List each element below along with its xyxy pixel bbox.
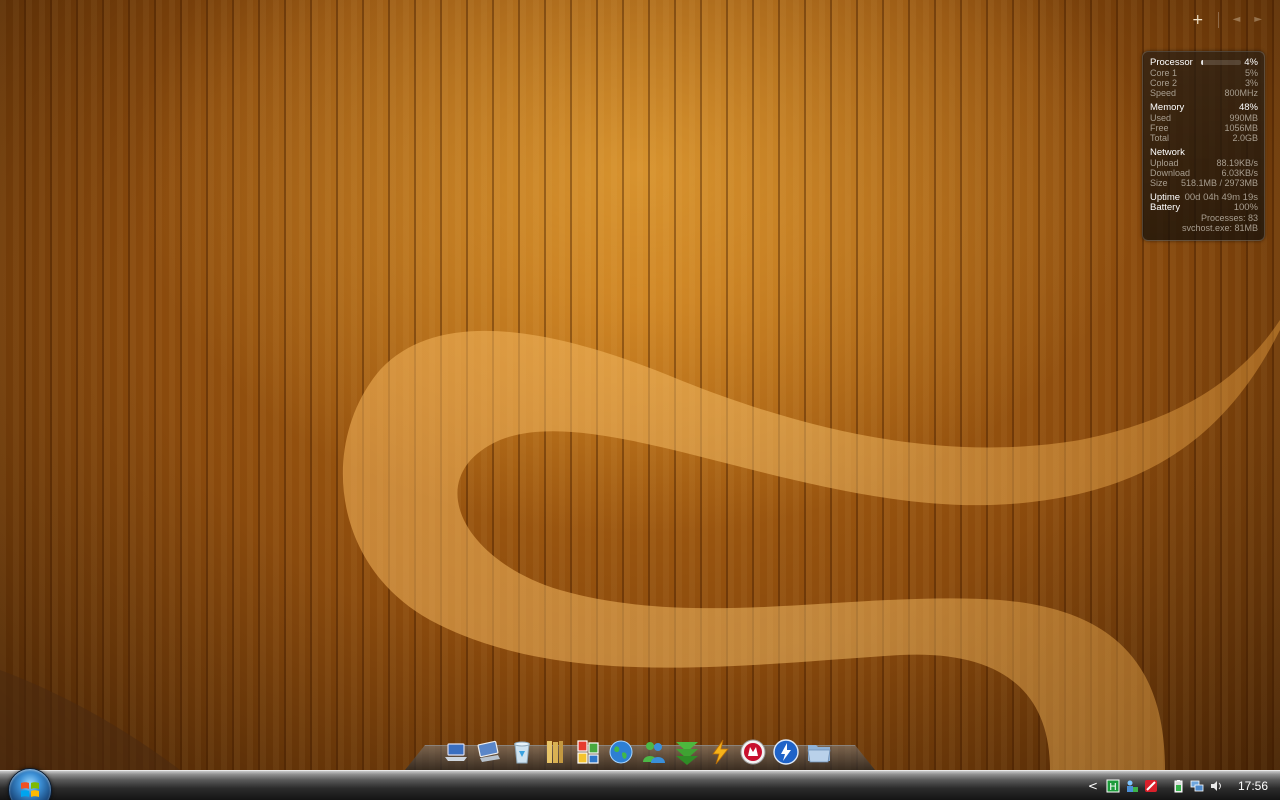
add-gadget-button[interactable]: + [1192,10,1204,30]
dock-item-daemon-tools[interactable] [771,736,801,768]
volume-icon [1210,780,1221,791]
daemon-tools-icon [773,739,799,765]
network-row-upload: Upload 88.19KB/s [1150,158,1258,168]
memory-used-label: Used [1150,113,1172,123]
windows-logo-icon [21,782,39,797]
processor-percent: 4% [1244,57,1258,68]
library-icon [547,741,563,763]
sidebar-controls-divider [1217,12,1219,28]
core1-label: Core 1 [1150,68,1178,78]
antivirus-icon [1144,779,1157,792]
download-arrow-icon [676,742,698,765]
dock-item-network-computer[interactable] [474,736,504,768]
notification-area: < H 17:56 [1088,771,1280,800]
memory-label: Memory [1150,102,1185,113]
dock [405,736,875,770]
processor-load-bar [1201,59,1242,65]
processor-row-core1: Core 1 5% [1150,68,1258,78]
previous-gadgets-button[interactable]: ◄ [1233,10,1241,30]
globe-icon [609,740,633,764]
processor-row-core2: Core 2 3% [1150,78,1258,88]
network-section: Network Upload 88.19KB/s Download 6.03KB… [1150,147,1258,189]
network-label: Network [1150,147,1185,158]
memory-row-free: Free 1056MB [1150,123,1258,133]
laptop-icon [445,743,467,761]
memory-row-used: Used 990MB [1150,113,1258,123]
recycle-bin-icon [514,741,530,764]
memory-percent: 48% [1238,102,1258,113]
processor-row-speed: Speed 800MHz [1150,88,1258,98]
memory-used-value: 990MB [1229,113,1258,123]
core2-value: 3% [1244,78,1258,88]
messenger-icon [643,742,665,763]
dock-item-recycle-bin[interactable] [507,736,537,768]
dock-item-folder[interactable] [804,736,834,768]
taskbar-clock[interactable]: 17:56 [1238,779,1268,793]
tray-network[interactable] [1189,778,1205,794]
memory-free-value: 1056MB [1224,123,1258,133]
dock-item-laptop[interactable] [441,736,471,768]
processor-section: Processor 4% Core 1 5% Core 2 3% Speed 8… [1150,57,1258,99]
network-users-icon [1126,780,1138,792]
network-icon [1190,780,1204,791]
memory-row-total: Total 2.0GB [1150,133,1258,143]
download-value: 6.03KB/s [1221,168,1258,178]
battery-row: Battery 100% [1150,203,1258,213]
size-label: Size [1150,178,1168,188]
dock-item-mcafee[interactable] [738,736,768,768]
status-section: Uptime 00d 04h 49m 19s Battery 100% Proc… [1150,193,1258,234]
lightning-icon [712,739,729,765]
battery-icon [1174,779,1183,792]
speed-label: Speed [1150,88,1177,98]
memory-free-label: Free [1150,123,1169,133]
tray-volume[interactable] [1208,778,1224,794]
wallpaper-swoosh [0,320,1280,770]
office-icon [577,740,599,764]
dock-item-office[interactable] [573,736,603,768]
tray-h-app[interactable]: H [1105,778,1121,794]
taskbar[interactable]: < H 17:56 [0,768,1280,800]
network-computer-icon [477,740,500,762]
dock-item-lightning[interactable] [705,736,735,768]
memory-total-value: 2.0GB [1232,133,1258,143]
upload-label: Upload [1150,158,1179,168]
next-gadgets-button[interactable]: ► [1254,10,1262,30]
dock-item-download[interactable] [672,736,702,768]
dock-item-messenger[interactable] [639,736,669,768]
core1-value: 5% [1244,68,1258,78]
processor-label: Processor [1150,57,1193,68]
start-button[interactable] [8,768,52,800]
network-row-download: Download 6.03KB/s [1150,168,1258,178]
wallpaper-wood-texture [0,0,1280,800]
speed-value: 800MHz [1224,88,1258,98]
sidebar-controls: + ◄ ► [1192,10,1262,30]
download-label: Download [1150,168,1191,178]
svg-text:H: H [1109,782,1117,793]
memory-section: Memory 48% Used 990MB Free 1056MB Total … [1150,102,1258,144]
dock-item-globe[interactable] [606,736,636,768]
tray-battery[interactable] [1170,778,1186,794]
upload-value: 88.19KB/s [1216,158,1258,168]
battery-label: Battery [1150,202,1181,213]
desktop[interactable]: + ◄ ► Processor 4% Core 1 5% Core 2 3% S… [0,0,1280,800]
size-value: 518.1MB / 2973MB [1180,178,1258,188]
tray-network-users[interactable] [1124,778,1140,794]
network-row-size: Size 518.1MB / 2973MB [1150,178,1258,188]
dock-item-library[interactable] [540,736,570,768]
folder-icon [807,745,831,763]
system-meter-gadget[interactable]: Processor 4% Core 1 5% Core 2 3% Speed 8… [1142,51,1265,241]
h-app-icon: H [1106,779,1120,793]
show-hidden-icons-button[interactable]: < [1088,779,1098,793]
memory-total-label: Total [1150,133,1170,143]
process-count: Processes: 83 [1200,213,1258,223]
mcafee-icon [740,739,766,765]
battery-value: 100% [1233,202,1258,213]
top-process: svchost.exe: 81MB [1181,223,1258,233]
tray-antivirus[interactable] [1143,778,1159,794]
core2-label: Core 2 [1150,78,1178,88]
